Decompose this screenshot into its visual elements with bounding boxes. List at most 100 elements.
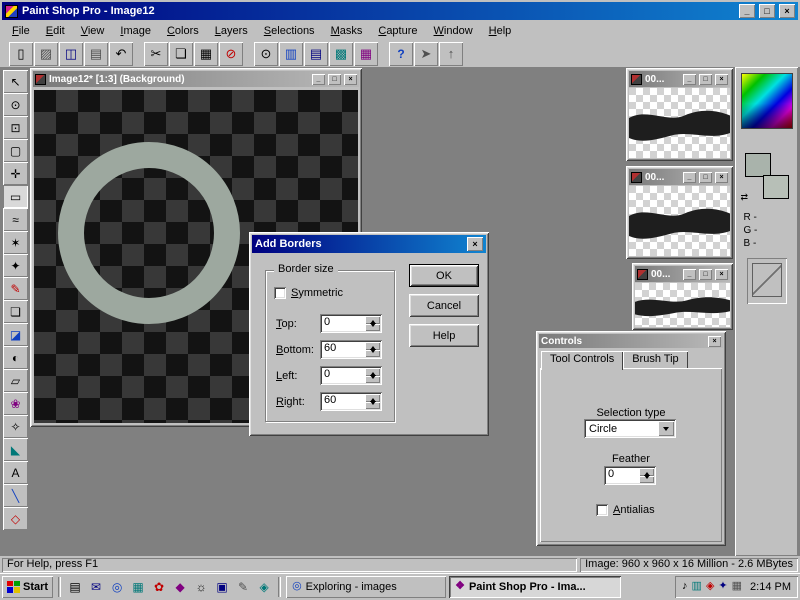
task-paint-shop-pro[interactable]: ❖ Paint Shop Pro - Ima... [449,576,621,598]
crop-tool[interactable]: ▢ [3,139,28,162]
tray-volume-icon[interactable]: ♪ [682,581,688,592]
tray-scheduler-icon[interactable]: ◈ [706,581,714,592]
help-button[interactable]: Help [409,324,479,347]
thumbnail-3-close-button[interactable]: × [715,269,728,280]
thumbnail-1-titlebar[interactable]: 00... _ □ × [629,71,730,87]
top-spinner[interactable]: 0 [320,314,382,333]
bottom-spin-down[interactable] [365,350,380,358]
feather-spinner[interactable]: 0 [604,466,656,485]
arrow-tool[interactable]: ↖ [3,70,28,93]
deformation-tool[interactable]: ⊡ [3,116,28,139]
quicklaunch-icon-2[interactable]: ✉ [87,578,105,596]
image-maximize-button[interactable]: □ [328,74,341,85]
selection-type-dropdown[interactable]: Circle [584,419,676,438]
retouch-tool[interactable]: ◐ [3,346,28,369]
selection-tool[interactable]: ▭ [3,185,28,208]
context-help-button[interactable]: ? [389,42,413,66]
delete-button[interactable]: ⊘ [219,42,243,66]
close-button[interactable]: × [779,4,795,18]
thumbnail-1-minimize-button[interactable]: _ [683,74,696,85]
picture-tube-tool[interactable]: ❀ [3,392,28,415]
thumbnail-3-minimize-button[interactable]: _ [683,269,696,280]
quicklaunch-icon-6[interactable]: ◆ [171,578,189,596]
paste-button[interactable]: ▦ [194,42,218,66]
image-close-button[interactable]: × [344,74,357,85]
color-picker-rainbow[interactable] [741,73,793,129]
image-window-titlebar[interactable]: Image12* [1:3] (Background) _ □ × [33,71,359,87]
quicklaunch-icon-8[interactable]: ▣ [213,578,231,596]
thumbnail-3-titlebar[interactable]: 00... _ □ × [635,266,730,282]
dropper-tool[interactable]: ✦ [3,254,28,277]
thumbnail-1-canvas[interactable] [629,88,730,158]
cut-button[interactable]: ✂ [144,42,168,66]
image-minimize-button[interactable]: _ [312,74,325,85]
upgrade-button[interactable]: ↑ [439,42,463,66]
left-input[interactable]: 0 [320,366,365,385]
tab-tool-controls[interactable]: Tool Controls [541,351,623,370]
thumbnail-1-close-button[interactable]: × [715,74,728,85]
thumbnail-2-titlebar[interactable]: 00... _ □ × [629,169,730,185]
menu-masks[interactable]: Masks [323,23,371,39]
quicklaunch-icon-7[interactable]: ☼ [192,578,210,596]
open-button[interactable]: ▨ [34,42,58,66]
print-button[interactable]: ▤ [84,42,108,66]
new-button[interactable]: ▯ [9,42,33,66]
minimize-button[interactable]: _ [739,4,755,18]
ok-button[interactable]: OK [409,264,479,287]
thumbnail-2-maximize-button[interactable]: □ [699,172,712,183]
magic-wand-tool[interactable]: ✶ [3,231,28,254]
thumbnail-1-maximize-button[interactable]: □ [699,74,712,85]
color-palette-toggle[interactable]: ▩ [329,42,353,66]
quicklaunch-icon-5[interactable]: ✿ [150,578,168,596]
right-spin-down[interactable] [365,402,380,410]
text-tool[interactable]: A [3,461,28,484]
mover-tool[interactable]: ✛ [3,162,28,185]
flood-fill-tool[interactable]: ◣ [3,438,28,461]
controls-close-button[interactable]: × [708,336,721,347]
quicklaunch-icon-4[interactable]: ▦ [129,578,147,596]
thumbnail-2-close-button[interactable]: × [715,172,728,183]
thumbnail-2-canvas[interactable] [629,186,730,256]
menu-view[interactable]: View [73,23,113,39]
freehand-tool[interactable]: ≈ [3,208,28,231]
thumbnail-2-minimize-button[interactable]: _ [683,172,696,183]
histogram-button[interactable]: ▥ [279,42,303,66]
tool-palette-toggle[interactable]: ▤ [304,42,328,66]
antialias-checkbox[interactable] [596,504,608,516]
foreground-color-swatch[interactable] [745,153,771,177]
menu-file[interactable]: File [4,23,38,39]
top-spin-down[interactable] [365,324,380,332]
quicklaunch-icon-9[interactable]: ✎ [234,578,252,596]
dialog-titlebar[interactable]: Add Borders × [252,235,486,253]
menu-window[interactable]: Window [426,23,481,39]
maximize-button[interactable]: □ [759,4,775,18]
start-button[interactable]: Start [2,576,53,598]
bottom-input[interactable]: 60 [320,340,365,359]
tab-brush-tip[interactable]: Brush Tip [623,351,687,368]
undo-button[interactable]: ↶ [109,42,133,66]
menu-selections[interactable]: Selections [256,23,323,39]
left-spinner[interactable]: 0 [320,366,382,385]
quicklaunch-icon-10[interactable]: ◈ [255,578,273,596]
background-color-swatch[interactable] [763,175,789,199]
right-spinner[interactable]: 60 [320,392,382,411]
browse-button[interactable]: ➤ [414,42,438,66]
eraser-tool[interactable]: ▱ [3,369,28,392]
dropdown-arrow-icon[interactable] [658,421,674,436]
zoom-tool[interactable]: ⊙ [3,93,28,116]
menu-capture[interactable]: Capture [370,23,425,39]
cancel-button[interactable]: Cancel [409,294,479,317]
menu-layers[interactable]: Layers [207,23,256,39]
swap-colors-icon[interactable]: ⇄ [741,193,749,202]
shape-tool[interactable]: ◇ [3,507,28,530]
menu-image[interactable]: Image [112,23,159,39]
tray-network-icon[interactable]: ▦ [732,581,742,592]
menu-colors[interactable]: Colors [159,23,207,39]
symmetric-checkbox[interactable] [274,287,286,299]
right-input[interactable]: 60 [320,392,365,411]
quicklaunch-icon-3[interactable]: ◎ [108,578,126,596]
layer-palette-toggle[interactable]: ▦ [354,42,378,66]
bottom-spinner[interactable]: 60 [320,340,382,359]
dialog-close-button[interactable]: × [467,237,483,251]
tray-antivirus-icon[interactable]: ✦ [718,581,727,592]
